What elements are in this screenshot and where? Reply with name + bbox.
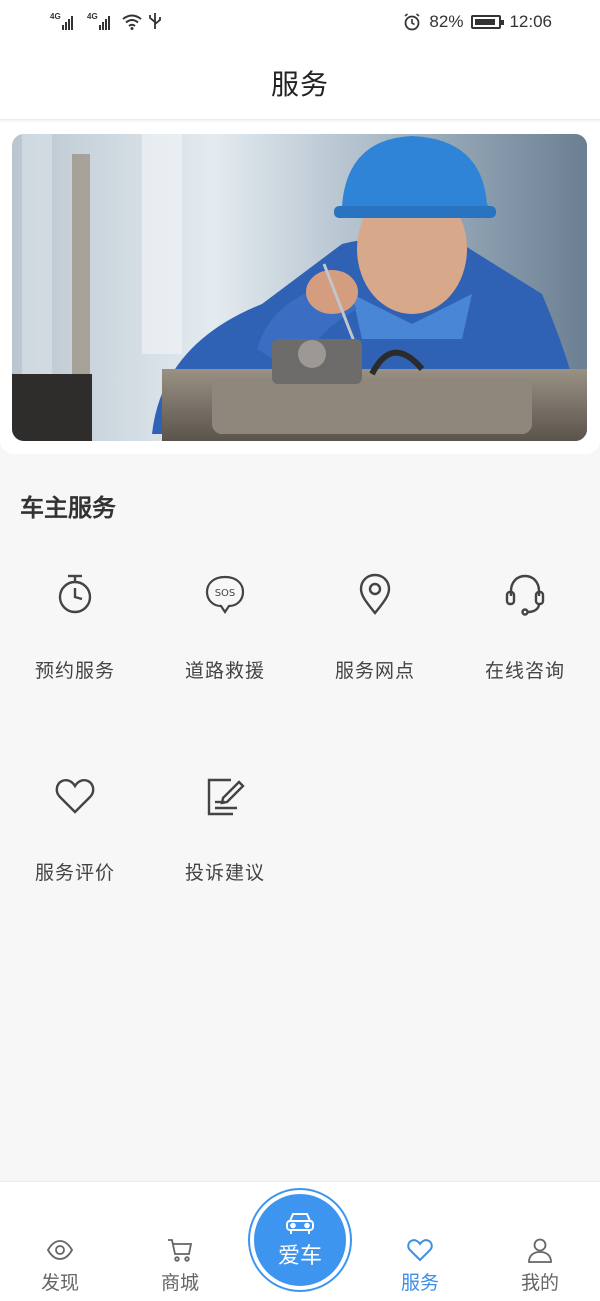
- tab-label: 服务: [400, 1272, 439, 1294]
- tab-label: 发现: [40, 1272, 79, 1294]
- clock: 12:06: [509, 12, 552, 31]
- eye-icon: [46, 1240, 74, 1260]
- network-type-label: 4G: [87, 12, 98, 21]
- heart-icon: [407, 1239, 433, 1262]
- location-pin-icon: [351, 570, 399, 618]
- heart-icon: [51, 772, 99, 820]
- tab-label: 我的: [520, 1272, 559, 1294]
- user-icon: [528, 1238, 552, 1263]
- usb-icon: [149, 13, 161, 29]
- status-icons-left: 4G 4G: [50, 12, 162, 30]
- service-label: 在线咨询: [484, 660, 565, 682]
- battery-icon: [471, 15, 505, 29]
- tab-label: 爱车: [277, 1244, 322, 1269]
- tab-my-car[interactable]: 爱车: [250, 1190, 350, 1290]
- section-title: 车主服务: [20, 494, 116, 522]
- service-item-complaints[interactable]: 投诉建议: [150, 762, 300, 932]
- service-label: 预约服务: [34, 660, 115, 682]
- edit-document-icon: [201, 772, 249, 820]
- tab-label: 商城: [160, 1272, 199, 1294]
- service-item-rating[interactable]: 服务评价: [0, 762, 150, 932]
- service-label: 道路救援: [184, 660, 265, 682]
- status-icons-right: 82% 12:06: [403, 12, 552, 32]
- alarm-icon: [404, 13, 420, 31]
- tab-mine[interactable]: 我的: [500, 1236, 580, 1296]
- tab-service[interactable]: 服务: [380, 1236, 460, 1296]
- service-item-road-rescue[interactable]: SOS 道路救援: [150, 560, 300, 730]
- car-icon: [286, 1213, 314, 1234]
- service-label: 投诉建议: [184, 862, 265, 884]
- page-title: 服务: [270, 67, 329, 101]
- service-label: 服务网点: [334, 660, 415, 682]
- wifi-icon: [122, 14, 142, 30]
- svg-text:SOS: SOS: [215, 588, 236, 599]
- header: 服务: [0, 46, 600, 120]
- status-bar: 4G 4G 82% 12:06: [0, 0, 600, 46]
- cart-icon: [168, 1239, 193, 1262]
- sos-icon: SOS: [201, 570, 249, 618]
- battery-percent: 82%: [429, 12, 464, 31]
- service-label: 服务评价: [34, 862, 115, 884]
- banner-container: [0, 122, 600, 454]
- signal-icon: 4G: [87, 12, 110, 30]
- headset-icon: [501, 570, 549, 618]
- signal-icon: 4G: [50, 12, 73, 30]
- service-item-appointment[interactable]: 预约服务: [0, 560, 150, 730]
- network-type-label: 4G: [50, 12, 61, 21]
- service-item-service-outlets[interactable]: 服务网点: [300, 560, 450, 730]
- tab-mall[interactable]: 商城: [140, 1236, 220, 1296]
- tab-discover[interactable]: 发现: [20, 1236, 100, 1296]
- timer-icon: [51, 570, 99, 618]
- service-item-online-consult[interactable]: 在线咨询: [450, 560, 600, 730]
- banner-illustration: [12, 134, 587, 441]
- banner-image[interactable]: [12, 134, 587, 441]
